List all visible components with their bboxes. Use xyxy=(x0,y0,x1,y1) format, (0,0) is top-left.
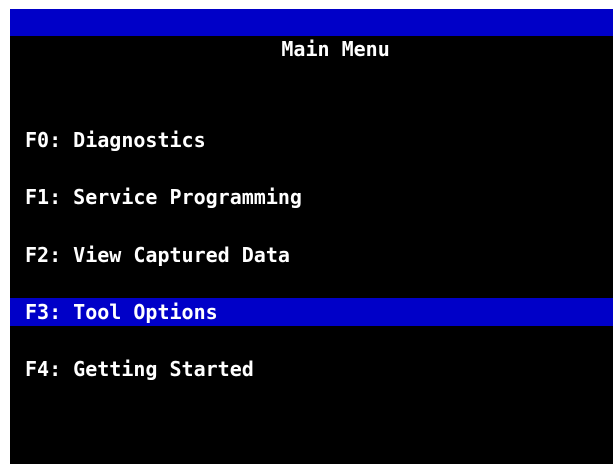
menu-item-tool-options[interactable]: F3: Tool Options xyxy=(10,298,613,326)
page-title: Main Menu xyxy=(281,37,390,61)
menu-item-label: F2: View Captured Data xyxy=(25,243,290,267)
title-bar: Main Menu xyxy=(10,9,613,61)
menu-item-service-programming[interactable]: F1: Service Programming xyxy=(10,183,613,211)
menu-item-label: F0: Diagnostics xyxy=(25,128,206,152)
menu-item-getting-started[interactable]: F4: Getting Started xyxy=(10,355,613,383)
menu-item-label: F4: Getting Started xyxy=(25,357,254,381)
menu-item-label: F1: Service Programming xyxy=(25,185,302,209)
menu-item-diagnostics[interactable]: F0: Diagnostics xyxy=(10,126,613,154)
menu-item-label: F3: Tool Options xyxy=(25,300,218,324)
device-screen: Main Menu F0: Diagnostics F1: Service Pr… xyxy=(10,9,613,464)
menu-item-view-captured-data[interactable]: F2: View Captured Data xyxy=(10,241,613,269)
